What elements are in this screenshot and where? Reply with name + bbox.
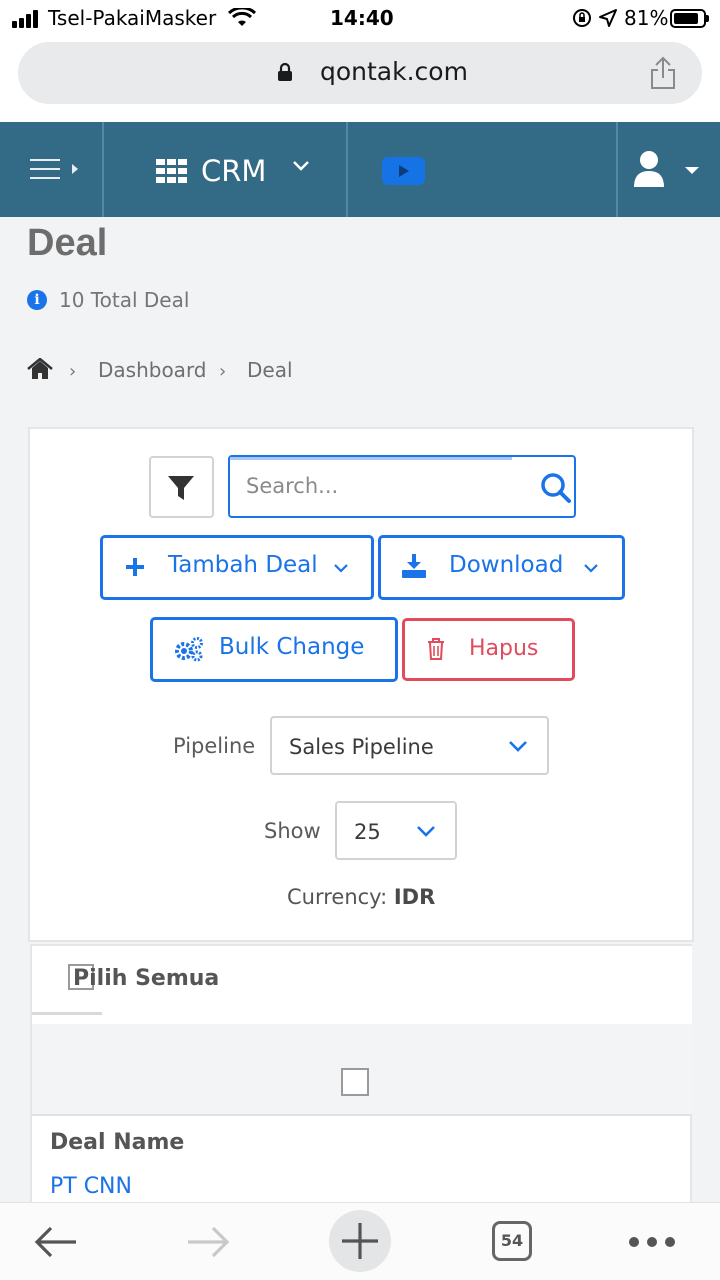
add-deal-label: Tambah Deal xyxy=(168,552,318,578)
chevron-right-icon: › xyxy=(219,361,227,382)
delete-button[interactable]: Hapus xyxy=(402,618,575,681)
search-box xyxy=(228,455,576,518)
delete-label: Hapus xyxy=(469,636,539,661)
lock-icon xyxy=(278,62,292,81)
pipeline-label: Pipeline xyxy=(173,734,256,758)
video-tutorial-button[interactable] xyxy=(382,157,425,185)
download-icon xyxy=(402,554,426,578)
chevron-down-icon xyxy=(293,161,309,171)
select-all-row: Pilih Semua xyxy=(32,946,692,1024)
table-header-row xyxy=(32,1024,692,1116)
breadcrumb-deal[interactable]: Deal xyxy=(247,358,293,382)
trash-icon xyxy=(428,638,444,660)
tab-underline xyxy=(32,1012,102,1015)
page-size-select[interactable]: 25 xyxy=(335,801,457,860)
menu-toggle-button[interactable] xyxy=(30,156,86,184)
apps-grid-icon xyxy=(156,159,188,183)
cellular-signal-icon xyxy=(12,10,42,28)
location-arrow-icon xyxy=(599,9,617,27)
header-divider xyxy=(346,122,348,217)
currency-indicator: Currency: IDR xyxy=(287,885,435,909)
currency-value: IDR xyxy=(393,885,436,909)
address-bar[interactable]: qontak.com xyxy=(18,42,702,104)
new-tab-button[interactable] xyxy=(329,1210,391,1272)
share-icon[interactable] xyxy=(649,56,677,90)
battery-icon xyxy=(670,9,709,28)
home-icon[interactable] xyxy=(27,358,53,380)
caret-down-icon xyxy=(685,167,699,174)
page-title: Deal xyxy=(27,222,108,264)
plus-icon xyxy=(126,558,144,576)
rotation-lock-icon xyxy=(573,9,591,27)
header-checkbox[interactable] xyxy=(341,1068,369,1096)
total-count-label: 10 Total Deal xyxy=(59,288,190,312)
bulk-change-button[interactable]: Bulk Change xyxy=(150,617,398,682)
search-icon[interactable] xyxy=(540,472,574,504)
pipeline-select[interactable]: Sales Pipeline xyxy=(270,716,549,775)
header-divider xyxy=(102,122,104,217)
download-label: Download xyxy=(449,552,564,578)
app-header: CRM xyxy=(0,122,720,217)
browser-toolbar: qontak.com xyxy=(0,36,720,122)
chevron-down-icon xyxy=(417,826,435,837)
module-label: CRM xyxy=(201,154,267,188)
breadcrumb: › Dashboard › Deal xyxy=(27,356,427,386)
status-bar: Tsel-PakaiMasker 14:40 81% xyxy=(0,0,720,36)
deal-toolbar-card: Tambah Deal Download Bulk Change xyxy=(28,427,694,942)
user-icon xyxy=(634,151,664,187)
deal-name-column-label: Deal Name xyxy=(50,1130,185,1155)
filter-button[interactable] xyxy=(149,456,214,518)
gears-icon xyxy=(175,637,203,662)
chevron-right-icon: › xyxy=(69,361,77,382)
chevron-down-icon xyxy=(584,564,598,573)
header-divider xyxy=(616,122,618,217)
carrier-name: Tsel-PakaiMasker xyxy=(48,6,217,30)
clock: 14:40 xyxy=(330,6,394,30)
bulk-change-label: Bulk Change xyxy=(219,634,365,660)
wifi-icon xyxy=(228,8,256,26)
search-input[interactable] xyxy=(246,471,516,501)
tabs-count-button[interactable]: 54 xyxy=(492,1221,532,1261)
add-deal-button[interactable]: Tambah Deal xyxy=(100,535,374,600)
filter-icon xyxy=(168,476,194,500)
more-icon[interactable] xyxy=(628,1236,676,1248)
deal-table: Pilih Semua Deal Name PT CNN xyxy=(30,944,692,1204)
url-text: qontak.com xyxy=(320,57,468,86)
caret-right-icon xyxy=(72,164,78,174)
currency-label: Currency: xyxy=(287,885,388,909)
forward-arrow-icon[interactable] xyxy=(186,1225,230,1259)
download-button[interactable]: Download xyxy=(378,535,625,600)
info-icon: i xyxy=(27,290,47,310)
breadcrumb-dashboard[interactable]: Dashboard xyxy=(98,358,207,382)
battery-percent: 81% xyxy=(624,6,669,30)
plus-icon xyxy=(342,1223,378,1259)
back-arrow-icon[interactable] xyxy=(34,1225,78,1259)
select-all-label: Pilih Semua xyxy=(73,966,220,991)
module-switcher-button[interactable]: CRM xyxy=(156,142,326,198)
browser-bottom-toolbar: 54 xyxy=(0,1202,720,1280)
show-label: Show xyxy=(264,819,321,843)
page-size-value: 25 xyxy=(354,820,381,844)
user-menu-button[interactable] xyxy=(632,150,702,190)
chevron-down-icon xyxy=(509,741,527,752)
chevron-down-icon xyxy=(334,564,348,573)
pipeline-value: Sales Pipeline xyxy=(289,735,434,759)
deal-name-link[interactable]: PT CNN xyxy=(50,1174,132,1199)
